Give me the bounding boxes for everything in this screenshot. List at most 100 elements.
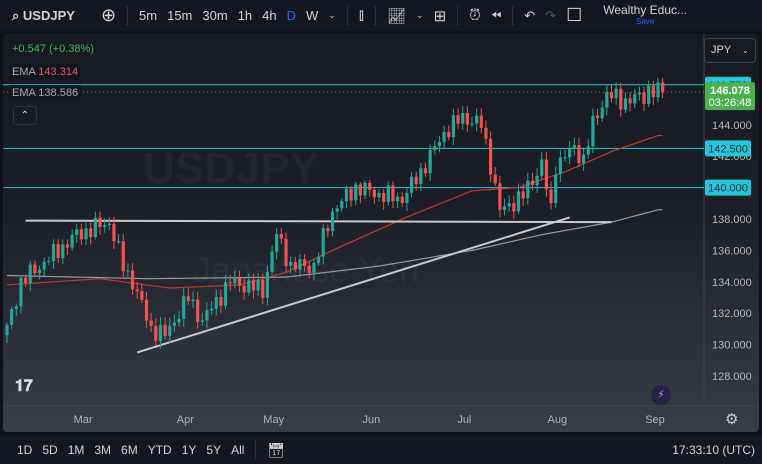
- price-tick: 128.000: [712, 371, 752, 383]
- settings-gear-icon[interactable]: ⚙︎: [725, 410, 738, 428]
- candle-body: [112, 223, 116, 242]
- chart-pane[interactable]: USDJPY Japanese Yen 144.000142.000140.00…: [3, 34, 759, 432]
- ema-fast-legend[interactable]: EMA 143.314: [9, 64, 82, 80]
- interval-30m[interactable]: 30m: [197, 8, 232, 23]
- chevron-down-icon: ⌄: [742, 46, 749, 55]
- candle-body: [303, 259, 307, 266]
- candle-body: [661, 82, 665, 93]
- candle-body: [442, 131, 446, 142]
- candle-body: [447, 131, 451, 138]
- candle-body: [405, 192, 409, 204]
- interval-5m[interactable]: 5m: [134, 8, 162, 23]
- undo-icon[interactable]: ↶: [519, 8, 540, 24]
- time-tick: May: [263, 414, 284, 426]
- candle-body: [33, 264, 37, 274]
- candle-body: [182, 296, 186, 319]
- divider: [457, 5, 459, 26]
- candle-body: [521, 191, 525, 199]
- fullscreen-icon[interactable]: ☐: [561, 5, 587, 26]
- currency-label: JPY: [711, 44, 731, 56]
- candle-body: [242, 285, 246, 293]
- ema-label: EMA: [12, 87, 36, 99]
- divider: [374, 5, 376, 26]
- candle-body: [84, 228, 88, 240]
- candle-body: [56, 244, 60, 259]
- range-1M[interactable]: 1M: [63, 443, 90, 457]
- candle-body: [51, 244, 56, 261]
- interval-D[interactable]: D: [282, 8, 301, 23]
- compare-add-icon[interactable]: ⊕: [96, 5, 121, 26]
- candle-body: [530, 180, 535, 186]
- range-YTD[interactable]: YTD: [143, 443, 177, 457]
- alert-icon[interactable]: ⏰︎: [464, 7, 486, 24]
- change-label: +0.547 (+0.38%): [12, 43, 94, 55]
- range-5D[interactable]: 5D: [37, 443, 62, 457]
- symbol-search[interactable]: ⌕ USDJPY: [0, 8, 80, 24]
- candle-body: [484, 127, 488, 139]
- candle-body: [591, 115, 595, 147]
- candle-body: [65, 244, 70, 248]
- candle-body: [526, 180, 530, 199]
- save-button[interactable]: Save: [603, 16, 687, 27]
- candle-body: [335, 208, 339, 212]
- range-6M[interactable]: 6M: [116, 443, 143, 457]
- candle-body: [61, 244, 65, 259]
- candle-body: [172, 322, 176, 326]
- range-3M[interactable]: 3M: [89, 443, 116, 457]
- candle-body: [512, 203, 516, 212]
- candle-body: [210, 308, 214, 311]
- candle-body: [144, 299, 149, 321]
- candle-body: [214, 296, 218, 309]
- interval-15m[interactable]: 15m: [162, 8, 197, 23]
- candle-body: [28, 264, 32, 283]
- candle-body: [577, 144, 581, 164]
- candle-body: [47, 260, 51, 262]
- candle-body: [233, 277, 237, 284]
- candle-body: [637, 92, 641, 95]
- price-chart[interactable]: 144.000142.000140.000138.000136.000134.0…: [3, 34, 759, 432]
- goto-date-icon[interactable]: 📅︎: [262, 442, 290, 459]
- tradingview-logo: 𝟏𝟕: [15, 378, 33, 395]
- candle-body: [140, 291, 144, 300]
- time-tick: Jul: [457, 414, 471, 426]
- candle-body: [284, 238, 288, 266]
- range-1Y[interactable]: 1Y: [177, 443, 202, 457]
- interval-W[interactable]: W: [301, 8, 323, 23]
- candle-body: [191, 299, 195, 301]
- interval-dropdown-icon[interactable]: ⌄: [323, 10, 341, 21]
- candle-body: [600, 107, 604, 119]
- interval-1h[interactable]: 1h: [233, 8, 257, 23]
- candle-body: [75, 229, 79, 235]
- candle-body: [298, 259, 302, 270]
- candles-chart-type-icon[interactable]: ⫾: [354, 7, 369, 25]
- candle-body: [24, 277, 28, 283]
- range-All[interactable]: All: [226, 443, 249, 457]
- account-layout[interactable]: Wealthy Educ... Save: [603, 2, 688, 27]
- collapse-legend-button[interactable]: ⌃: [13, 106, 37, 125]
- indicators-icon[interactable]: 📈︎: [382, 7, 411, 25]
- candle-body: [605, 91, 609, 108]
- candle-body: [42, 261, 46, 270]
- range-1D[interactable]: 1D: [12, 443, 37, 457]
- clock[interactable]: 17:33:10 (UTC): [672, 443, 755, 457]
- interval-4h[interactable]: 4h: [257, 8, 281, 23]
- replay-icon[interactable]: ⏪︎: [486, 8, 506, 24]
- layout-name: Wealthy Educ...: [603, 2, 688, 17]
- candle-body: [158, 324, 163, 341]
- templates-dropdown-icon[interactable]: ⌄: [411, 10, 429, 21]
- candle-body: [289, 262, 293, 266]
- candle-body: [312, 262, 316, 273]
- range-5Y[interactable]: 5Y: [201, 443, 226, 457]
- level-price-label: 142.500: [708, 143, 748, 155]
- candle-body: [247, 280, 251, 293]
- candle-body: [642, 92, 646, 104]
- currency-select[interactable]: JPY ⌄: [704, 38, 756, 63]
- lightning-icon[interactable]: ⚡︎: [651, 385, 671, 405]
- candle-body: [107, 223, 111, 226]
- candle-body: [535, 175, 539, 186]
- redo-icon[interactable]: ↷: [540, 8, 561, 24]
- ema-slow-legend[interactable]: EMA 138.586: [9, 85, 82, 101]
- candle-body: [261, 279, 265, 298]
- layout-grid-icon[interactable]: ⊞: [429, 7, 452, 25]
- candle-body: [70, 234, 74, 248]
